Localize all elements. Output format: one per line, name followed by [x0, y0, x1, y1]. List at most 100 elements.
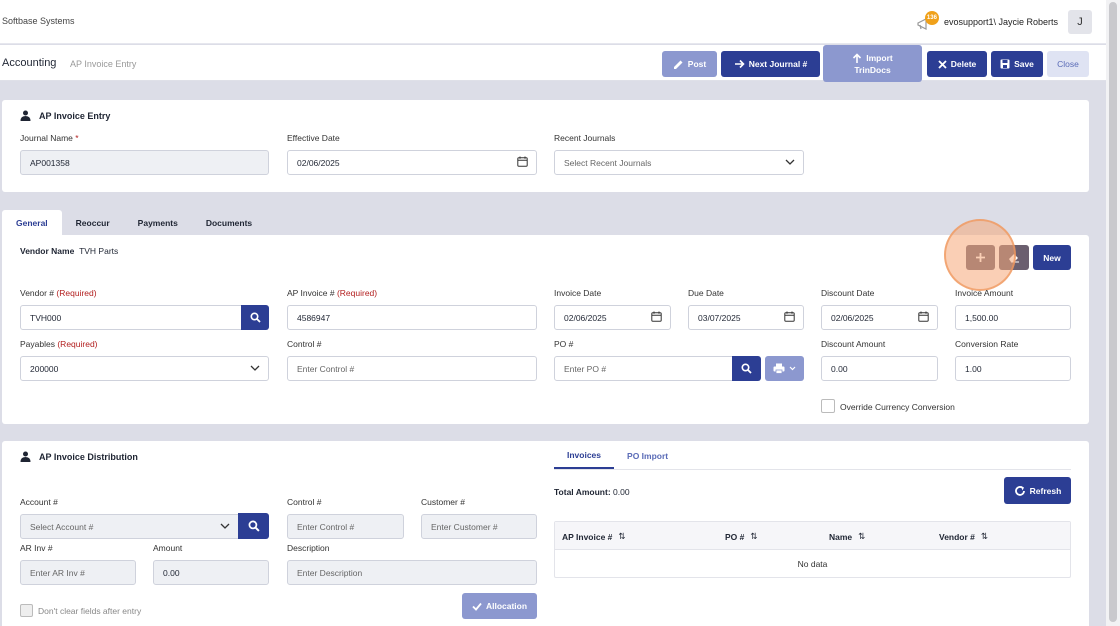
close-button[interactable]: Close: [1047, 51, 1089, 77]
printer-icon: [773, 363, 785, 374]
next-journal-button[interactable]: Next Journal #: [721, 51, 820, 77]
customer-field[interactable]: Enter Customer #: [421, 514, 537, 539]
ar-inv-field[interactable]: Enter AR Inv #: [20, 560, 136, 585]
no-data-message: No data: [797, 559, 828, 569]
override-currency-checkbox[interactable]: [821, 399, 835, 413]
tab-general[interactable]: General: [2, 210, 62, 236]
delete-button[interactable]: Delete: [927, 51, 987, 77]
notifications[interactable]: 136: [916, 11, 939, 33]
ap-invoice-label: AP Invoice # (Required): [287, 288, 378, 298]
dont-clear-checkbox[interactable]: [20, 604, 33, 617]
dist-control-label: Control #: [287, 497, 322, 507]
subtab-po-import[interactable]: PO Import: [614, 443, 681, 469]
chevron-down-icon: [785, 159, 795, 165]
refresh-button[interactable]: Refresh: [1004, 477, 1071, 504]
po-label: PO #: [554, 339, 574, 349]
save-button[interactable]: Save: [991, 51, 1043, 77]
discount-amount-field[interactable]: 0.00: [821, 356, 938, 381]
vendor-no-label: Vendor # (Required): [20, 288, 97, 298]
chevron-down-icon: [220, 523, 230, 529]
new-button[interactable]: New: [1033, 245, 1071, 270]
arrow-up-icon: [853, 52, 862, 63]
subtab-divider: [554, 469, 1071, 470]
notification-badge: 136: [924, 11, 939, 25]
scrollbar-thumb[interactable]: [1109, 2, 1117, 622]
ap-invoice-entry-card: [2, 100, 1089, 192]
col-name[interactable]: Name ⇅: [829, 531, 865, 542]
allocation-button[interactable]: Allocation: [462, 593, 537, 619]
conversion-rate-label: Conversion Rate: [955, 339, 1019, 349]
invoice-amount-label: Invoice Amount: [955, 288, 1014, 298]
table-header: AP Invoice # ⇅ PO # ⇅ Name ⇅ Vendor # ⇅: [555, 522, 1070, 550]
calendar-icon[interactable]: [784, 311, 795, 322]
distribution-subtabs: Invoices PO Import: [554, 443, 681, 469]
account-search-button[interactable]: [238, 513, 269, 539]
vendor-search-button[interactable]: [241, 305, 269, 330]
sort-icon: ⇅: [750, 531, 758, 541]
discount-date-label: Discount Date: [821, 288, 875, 298]
dist-control-field[interactable]: Enter Control #: [287, 514, 404, 539]
description-field[interactable]: Enter Description: [287, 560, 537, 585]
breadcrumb-main: Accounting: [2, 57, 57, 69]
tab-payments[interactable]: Payments: [124, 210, 192, 236]
brand-name: Softbase Systems: [2, 16, 75, 26]
dont-clear-label: Don't clear fields after entry: [38, 606, 142, 616]
invoice-amount-field[interactable]: 1,500.00: [955, 305, 1071, 330]
payables-label: Payables (Required): [20, 339, 98, 349]
vendor-name: Vendor Name TVH Parts: [20, 246, 119, 256]
account-select[interactable]: Select Account #: [20, 514, 239, 539]
print-dropdown-button[interactable]: [765, 356, 804, 381]
floppy-icon: [1000, 59, 1010, 69]
account-label: Account #: [20, 497, 58, 507]
col-po[interactable]: PO # ⇅: [725, 531, 758, 542]
tab-reoccur[interactable]: Reoccur: [62, 210, 124, 236]
discount-date-field[interactable]: 02/06/2025: [821, 305, 938, 330]
discount-amount-label: Discount Amount: [821, 339, 886, 349]
user-name[interactable]: evosupport1\ Jaycie Roberts: [944, 17, 1058, 27]
vendor-no-field[interactable]: TVH000: [20, 305, 242, 330]
control-field[interactable]: Enter Control #: [287, 356, 537, 381]
invoice-date-field[interactable]: 02/06/2025: [554, 305, 671, 330]
calendar-icon[interactable]: [918, 311, 929, 322]
tab-documents[interactable]: Documents: [192, 210, 266, 236]
entry-title: AP Invoice Entry: [20, 110, 110, 121]
override-currency-label: Override Currency Conversion: [840, 402, 955, 412]
distribution-title: AP Invoice Distribution: [20, 451, 138, 462]
amount-label: Amount: [153, 543, 183, 553]
x-icon: [938, 59, 947, 69]
main-tabs: General Reoccur Payments Documents: [2, 210, 266, 236]
description-label: Description: [287, 543, 330, 553]
user-icon: [20, 451, 31, 462]
sort-icon: ⇅: [858, 531, 866, 541]
po-field[interactable]: Enter PO #: [554, 356, 733, 381]
due-date-field[interactable]: 03/07/2025: [688, 305, 804, 330]
pencil-icon: [673, 60, 683, 69]
col-ap-invoice[interactable]: AP Invoice # ⇅: [562, 531, 626, 542]
avatar[interactable]: J: [1068, 10, 1092, 34]
search-icon: [248, 520, 260, 532]
journal-name-field[interactable]: AP001358: [20, 150, 269, 175]
col-vendor[interactable]: Vendor # ⇅: [939, 531, 988, 542]
invoices-table: AP Invoice # ⇅ PO # ⇅ Name ⇅ Vendor # ⇅ No d…: [554, 521, 1071, 578]
search-icon: [741, 363, 752, 374]
click-highlight: [944, 219, 1016, 291]
post-button[interactable]: Post: [662, 51, 717, 77]
po-search-button[interactable]: [732, 356, 761, 381]
chevron-down-icon: [789, 366, 796, 371]
refresh-icon: [1014, 485, 1025, 496]
amount-field[interactable]: 0.00: [153, 560, 269, 585]
subtab-invoices[interactable]: Invoices: [554, 443, 615, 469]
import-trindocs-button[interactable]: Import TrinDocs: [823, 45, 922, 82]
recent-journals-label: Recent Journals: [554, 133, 616, 143]
calendar-icon[interactable]: [651, 311, 662, 322]
conversion-rate-field[interactable]: 1.00: [955, 356, 1071, 381]
journal-name-label: Journal Name *: [20, 133, 79, 143]
effective-date-field[interactable]: 02/06/2025: [287, 150, 537, 175]
ap-invoice-field[interactable]: 4586947: [287, 305, 537, 330]
customer-label: Customer #: [421, 497, 465, 507]
recent-journals-select[interactable]: Select Recent Journals: [554, 150, 804, 175]
chevron-down-icon: [250, 365, 260, 371]
user-icon: [20, 110, 31, 121]
payables-select[interactable]: 200000: [20, 356, 269, 381]
calendar-icon[interactable]: [517, 156, 528, 167]
